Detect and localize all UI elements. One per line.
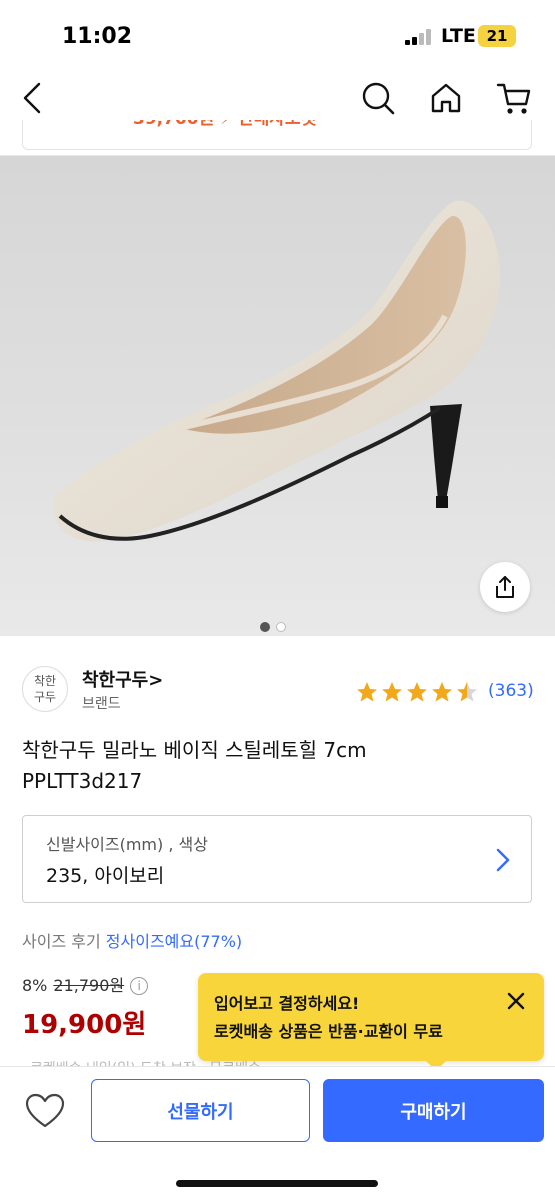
price-row: 8% 21,790원 i [22, 972, 149, 996]
brand-name: 착한구두 [82, 670, 149, 691]
product-title-line2: PPLTT3d217 [22, 769, 143, 793]
search-icon[interactable] [358, 78, 398, 118]
original-price: 21,790원 [53, 976, 125, 995]
size-review[interactable]: 사이즈 후기 정사이즈예요(77%) [22, 928, 242, 952]
chevron-right-icon: > [148, 670, 164, 691]
pagination-dot[interactable] [276, 622, 286, 632]
star-icon [432, 682, 452, 702]
half-star-icon [457, 682, 477, 702]
share-button[interactable] [480, 562, 530, 612]
brand-name-link[interactable]: 착한구두> [82, 666, 163, 692]
signal-icon [405, 29, 435, 45]
sale-price: 19,900원 [22, 1010, 147, 1040]
product-title: 착한구두 밀라노 베이직 스틸레토힐 7cm PPLTT3d217 [22, 735, 532, 797]
tooltip-line1: 입어보고 결정하세요! [214, 994, 360, 1013]
product-title-line1: 착한구두 밀라노 베이직 스틸레토힐 7cm [22, 738, 367, 762]
size-review-value: 정사이즈예요(77%) [105, 932, 243, 951]
status-time: 11:02 [62, 24, 133, 49]
brand-logo[interactable]: 착한 구두 [22, 666, 68, 712]
tooltip-line2: 로켓배송 상품은 반품·교환이 무료 [214, 1022, 443, 1041]
star-icon [407, 682, 427, 702]
rating-stars[interactable] [355, 680, 479, 704]
review-count-link[interactable]: (363) [488, 681, 534, 701]
product-image-gallery[interactable] [0, 156, 555, 636]
promo-text: 39,700원 ⚡ 판매자로켓 [133, 120, 316, 129]
home-indicator [176, 1180, 378, 1187]
return-info-tooltip: 입어보고 결정하세요! 로켓배송 상품은 반품·교환이 무료 [198, 973, 544, 1071]
status-bar: 11:02 LTE 21 [0, 0, 555, 66]
network-label: LTE [441, 25, 476, 47]
brand-logo-line2: 구두 [33, 690, 57, 704]
gallery-pagination [260, 622, 286, 632]
promo-strip: 39,700원 ⚡ 판매자로켓 [0, 120, 555, 156]
close-icon[interactable] [506, 991, 526, 1011]
pagination-dot-active[interactable] [260, 622, 270, 632]
share-icon [496, 576, 514, 598]
brand-logo-line1: 착한 [33, 674, 57, 688]
back-icon[interactable] [14, 78, 54, 118]
discount-rate: 8% [22, 976, 48, 995]
option-value: 235, 아이보리 [46, 865, 165, 887]
chevron-right-icon [496, 848, 510, 872]
cart-icon[interactable] [494, 78, 534, 118]
option-selector[interactable]: 신발사이즈(mm) , 색상 235, 아이보리 [22, 815, 532, 903]
product-shoe-image [53, 200, 501, 542]
brand-sub-label: 브랜드 [82, 696, 121, 712]
option-label: 신발사이즈(mm) , 색상 [46, 835, 208, 854]
info-icon[interactable]: i [130, 977, 149, 995]
heart-icon[interactable] [22, 1091, 68, 1131]
buy-button[interactable]: 구매하기 [323, 1079, 544, 1142]
home-icon[interactable] [426, 78, 466, 118]
gift-button[interactable]: 선물하기 [91, 1079, 310, 1142]
promo-box[interactable]: 39,700원 ⚡ 판매자로켓 [22, 120, 532, 150]
battery-icon: 21 [478, 25, 516, 47]
bottom-action-bar: 선물하기 구매하기 [0, 1066, 555, 1200]
size-review-label: 사이즈 후기 [22, 932, 101, 951]
star-icon [357, 682, 377, 702]
brand-row: 착한 구두 착한구두> 브랜드 (363) [0, 660, 555, 720]
star-icon [382, 682, 402, 702]
